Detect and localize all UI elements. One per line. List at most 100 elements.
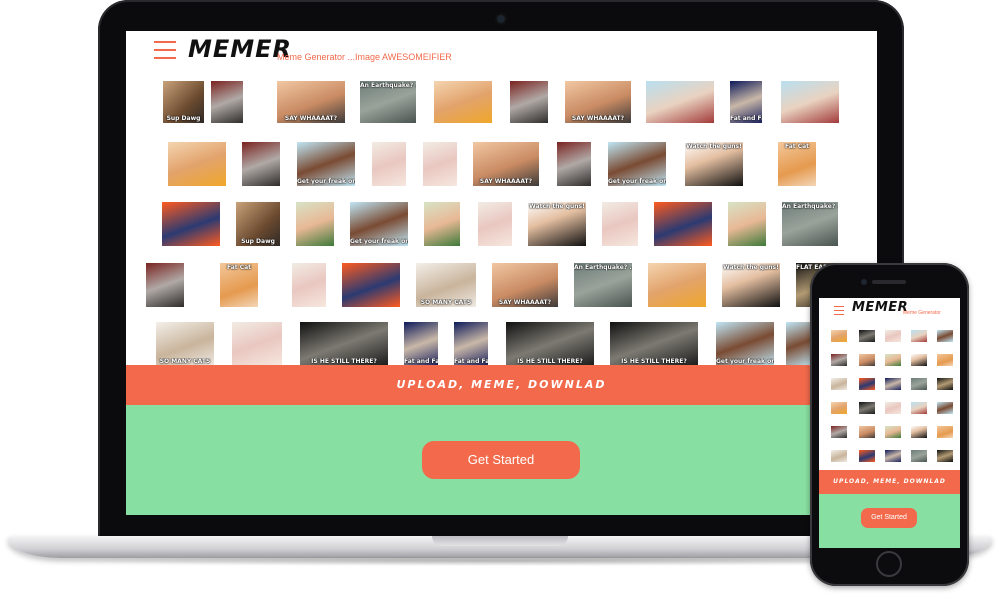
menu-icon[interactable] [154, 41, 176, 59]
get-started-button[interactable]: Get Started [422, 441, 580, 479]
phone-meme-thumbnail[interactable] [937, 426, 953, 438]
meme-thumbnail[interactable] [654, 202, 712, 246]
meme-thumbnail[interactable] [648, 263, 706, 307]
phone-meme-thumbnail[interactable] [937, 330, 953, 342]
meme-thumbnail[interactable]: Get your freak on... [350, 202, 408, 246]
meme-thumbnail[interactable] [296, 202, 334, 246]
meme-thumbnail[interactable] [146, 263, 184, 307]
phone-site-logo[interactable]: MEMER [852, 300, 908, 315]
meme-thumbnail[interactable]: SAY WHAAAAT? [492, 263, 558, 307]
meme-thumbnail[interactable] [292, 263, 326, 307]
phone-meme-thumbnail[interactable] [885, 354, 901, 366]
meme-caption: SAY WHAAAAT? [498, 299, 552, 306]
meme-thumbnail[interactable] [211, 81, 243, 123]
meme-thumbnail[interactable]: Get your freak on... [608, 142, 666, 186]
meme-thumbnail[interactable]: Get your freak on... [297, 142, 355, 186]
meme-thumbnail[interactable] [424, 202, 460, 246]
laptop-hinge-notch [432, 536, 568, 546]
meme-thumbnail[interactable] [162, 202, 220, 246]
phone-meme-thumbnail[interactable] [859, 426, 875, 438]
meme-thumbnail[interactable]: An Earthquake? ...an Earthquake [360, 81, 416, 123]
meme-thumbnail[interactable]: SO MANY CATS [156, 322, 214, 366]
meme-thumbnail[interactable] [242, 142, 280, 186]
meme-thumbnail[interactable]: SAY WHAAAAT? [277, 81, 345, 123]
phone-meme-thumbnail[interactable] [859, 354, 875, 366]
phone-meme-thumbnail[interactable] [911, 378, 927, 390]
meme-thumbnail[interactable] [728, 202, 766, 246]
meme-thumbnail[interactable]: SAY WHAAAAT? [473, 142, 539, 186]
meme-thumbnail[interactable]: Fat Cat [220, 263, 258, 307]
phone-meme-thumbnail[interactable] [831, 354, 847, 366]
phone-meme-thumbnail[interactable] [885, 330, 901, 342]
meme-thumbnail[interactable]: Fat and Fatter [454, 322, 488, 366]
meme-thumbnail[interactable] [781, 81, 839, 123]
phone-meme-thumbnail[interactable] [831, 426, 847, 438]
meme-thumbnail[interactable]: Fat and Fatter [730, 81, 762, 123]
meme-caption: SO MANY CATS [420, 299, 472, 306]
meme-caption: Watch the guns! [723, 264, 779, 271]
meme-thumbnail[interactable] [646, 81, 714, 123]
meme-thumbnail[interactable]: IS HE STILL THERE? [300, 322, 388, 366]
meme-caption: Watch the guns! [686, 143, 742, 150]
meme-thumbnail[interactable] [168, 142, 226, 186]
meme-thumbnail[interactable]: IS HE STILL THERE? [610, 322, 698, 366]
phone-menu-icon[interactable] [834, 306, 844, 315]
meme-thumbnail[interactable] [478, 202, 512, 246]
meme-thumbnail[interactable]: Fat Cat [778, 142, 816, 186]
phone-site-tagline: Meme Generator [903, 310, 941, 316]
meme-thumbnail[interactable]: Watch the guns! [722, 263, 780, 307]
tagline-banner: UPLOAD, MEME, DOWNLAD [126, 365, 877, 405]
phone-meme-thumbnail[interactable] [911, 450, 927, 462]
meme-thumbnail[interactable] [423, 142, 457, 186]
meme-thumbnail[interactable] [602, 202, 638, 246]
laptop-camera [497, 15, 505, 23]
phone-tagline-banner: UPLOAD, MEME, DOWNLAD [819, 470, 960, 494]
meme-caption: Fat and Fatter [454, 358, 488, 365]
phone-meme-thumbnail[interactable] [885, 378, 901, 390]
meme-caption: SAY WHAAAAT? [479, 178, 533, 185]
phone-meme-thumbnail[interactable] [859, 330, 875, 342]
phone-meme-thumbnail[interactable] [885, 402, 901, 414]
phone-meme-thumbnail[interactable] [885, 450, 901, 462]
phone-get-started-button[interactable]: Get Started [861, 508, 917, 528]
phone-meme-thumbnail[interactable] [831, 450, 847, 462]
meme-thumbnail[interactable] [510, 81, 548, 123]
phone-meme-thumbnail[interactable] [911, 402, 927, 414]
phone-meme-thumbnail[interactable] [937, 402, 953, 414]
phone-meme-thumbnail[interactable] [885, 426, 901, 438]
phone-meme-thumbnail[interactable] [937, 354, 953, 366]
meme-thumbnail[interactable] [372, 142, 406, 186]
meme-thumbnail[interactable] [342, 263, 400, 307]
meme-thumbnail[interactable]: SAY WHAAAAT? [565, 81, 631, 123]
meme-caption: IS HE STILL THERE? [621, 358, 687, 365]
phone-meme-thumbnail[interactable] [859, 450, 875, 462]
meme-thumbnail[interactable] [232, 322, 282, 366]
meme-thumbnail[interactable]: IS HE STILL THERE? [506, 322, 594, 366]
meme-thumbnail[interactable]: Get your freak on... [716, 322, 774, 366]
phone-meme-thumbnail[interactable] [859, 402, 875, 414]
meme-thumbnail[interactable]: Watch the guns! [528, 202, 586, 246]
meme-thumbnail[interactable]: Fat and Fatter [404, 322, 438, 366]
meme-caption: IS HE STILL THERE? [517, 358, 583, 365]
phone-meme-thumbnail[interactable] [859, 378, 875, 390]
meme-caption: SAY WHAAAAT? [571, 115, 625, 122]
meme-thumbnail[interactable]: An Earthquake? ...an Earthquake [782, 202, 838, 246]
phone-meme-thumbnail[interactable] [937, 450, 953, 462]
phone-meme-thumbnail[interactable] [911, 330, 927, 342]
meme-caption: Get your freak on... [297, 178, 355, 185]
meme-thumbnail[interactable] [434, 81, 492, 123]
meme-thumbnail[interactable]: Sup Dawg [236, 202, 280, 246]
meme-thumbnail[interactable] [557, 142, 591, 186]
phone-meme-thumbnail[interactable] [911, 354, 927, 366]
phone-meme-thumbnail[interactable] [831, 330, 847, 342]
phone-meme-thumbnail[interactable] [831, 402, 847, 414]
phone-home-button[interactable] [876, 551, 902, 577]
meme-thumbnail[interactable]: An Earthquake? ...an Earthquake [574, 263, 632, 307]
meme-thumbnail[interactable]: SO MANY CATS [416, 263, 476, 307]
meme-thumbnail[interactable]: Sup Dawg [163, 81, 204, 123]
phone-meme-thumbnail[interactable] [831, 378, 847, 390]
phone-meme-thumbnail[interactable] [937, 378, 953, 390]
meme-thumbnail[interactable]: Watch the guns! [685, 142, 743, 186]
meme-caption: Sup Dawg [241, 238, 275, 245]
phone-meme-thumbnail[interactable] [911, 426, 927, 438]
